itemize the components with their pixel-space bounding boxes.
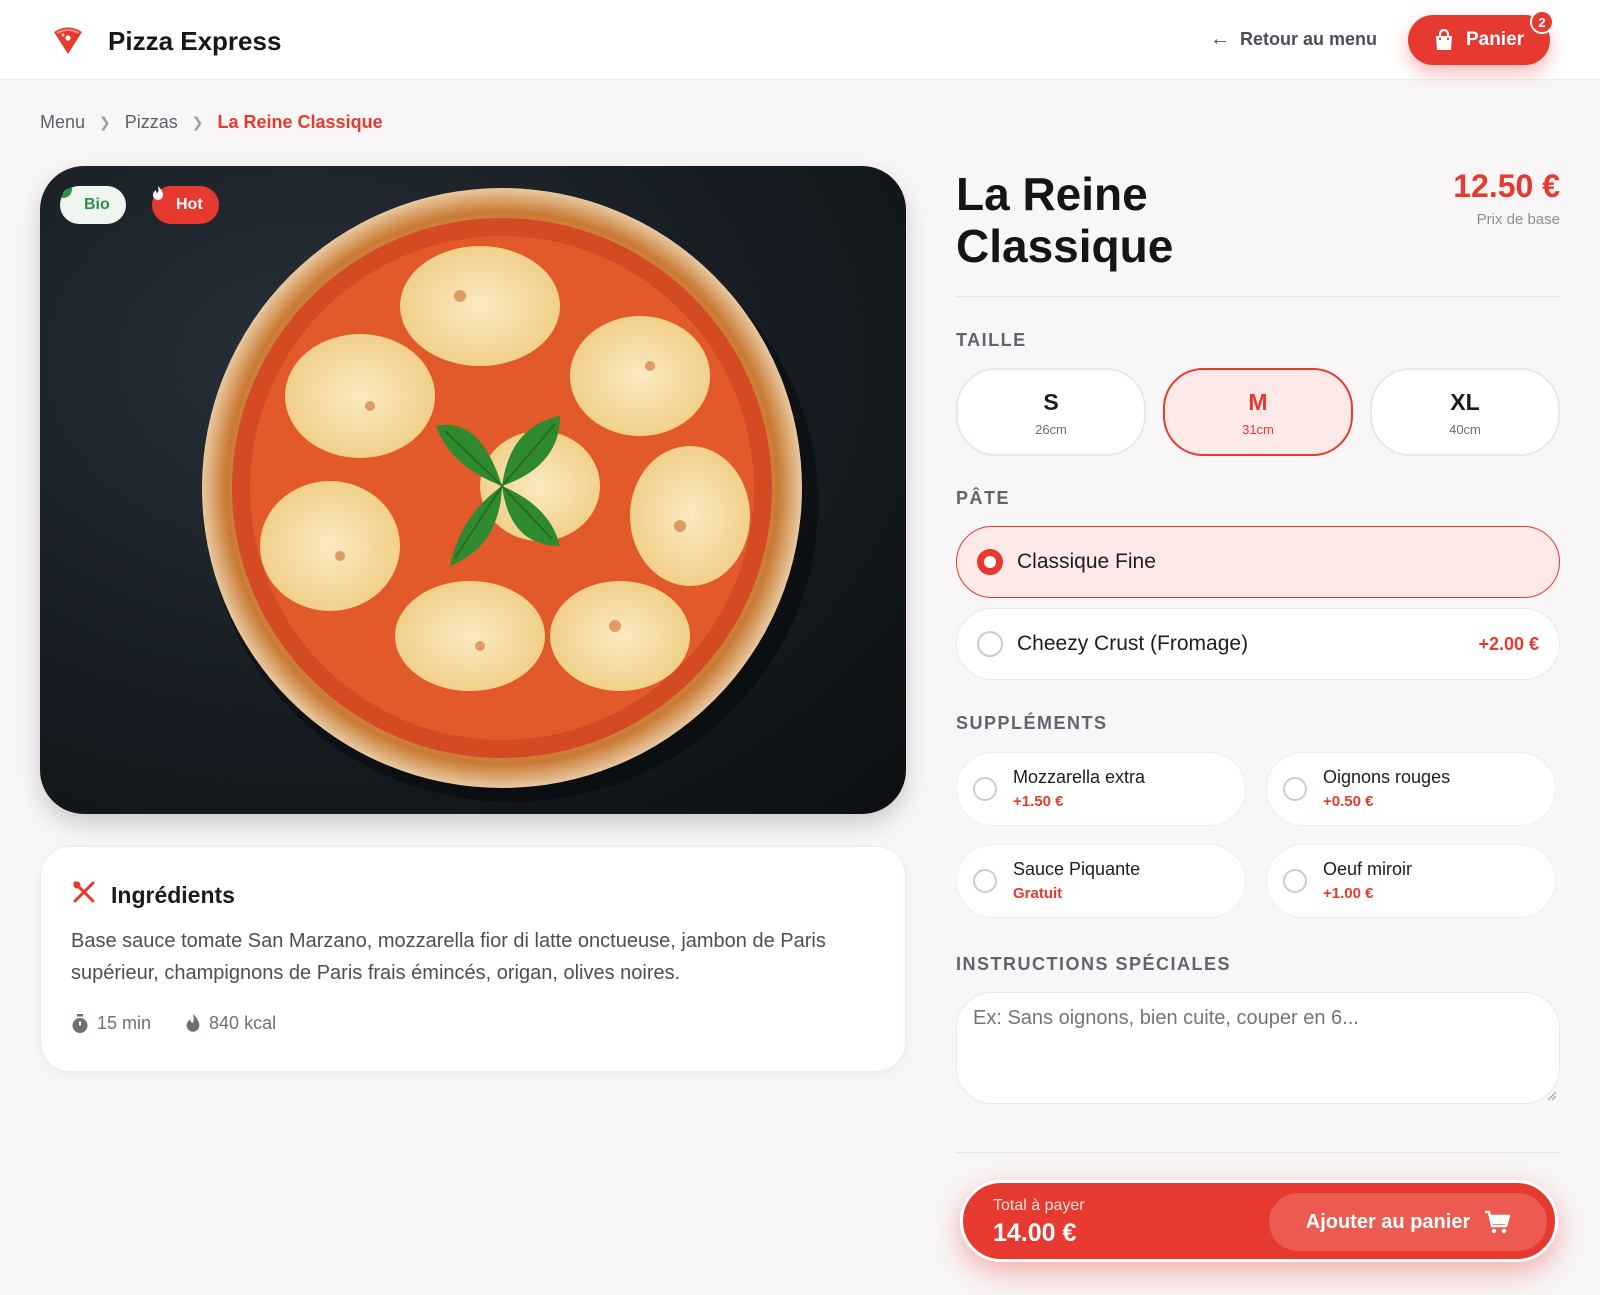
total-label: Total à payer xyxy=(993,1197,1085,1214)
product-title: La Reine Classique xyxy=(956,168,1174,272)
supplement-mozzarella[interactable]: Mozzarella extra +1.50 € xyxy=(956,752,1246,826)
back-to-menu-label: Retour au menu xyxy=(1240,29,1378,49)
supplement-price: +0.50 € xyxy=(1323,793,1374,810)
add-to-cart-label: Ajouter au panier xyxy=(1305,1210,1471,1233)
product-price: 12.50 € Prix de base xyxy=(1453,168,1560,228)
ingredients-heading: Ingrédients xyxy=(71,879,235,911)
shopping-cart-icon xyxy=(1485,1210,1511,1234)
size-option-s[interactable]: S 26cm xyxy=(956,368,1146,456)
crust-label: Classique Fine xyxy=(1017,550,1156,573)
crust-option-classique-fine[interactable]: Classique Fine xyxy=(956,526,1560,598)
chevron-right-icon: ❯ xyxy=(191,114,204,130)
size-option-xl[interactable]: XL 40cm xyxy=(1370,368,1560,456)
breadcrumb-menu[interactable]: Menu xyxy=(40,112,85,133)
radio-unselected[interactable] xyxy=(977,631,1003,657)
supplement-price: Gratuit xyxy=(1013,885,1063,902)
checkbox[interactable] xyxy=(973,777,997,801)
bio-badge: Bio xyxy=(60,186,126,224)
supplement-sauce-piquante[interactable]: Sauce Piquante Gratuit xyxy=(956,844,1246,918)
calories-value: 840 kcal xyxy=(209,1013,277,1033)
checkout-bar: Total à payer 14.00 € Ajouter au panier xyxy=(960,1180,1558,1262)
hot-badge: Hot xyxy=(152,186,219,224)
add-to-cart-button[interactable]: Ajouter au panier xyxy=(1269,1193,1547,1251)
ingredients-description: Base sauce tomate San Marzano, mozzarell… xyxy=(71,930,826,984)
supplement-oeuf[interactable]: Oeuf miroir +1.00 € xyxy=(1266,844,1556,918)
supplement-label: Oeuf miroir xyxy=(1323,859,1413,879)
calories: 840 kcal xyxy=(185,1013,276,1034)
back-to-menu-link[interactable]: ← Retour au menu xyxy=(1210,28,1377,51)
crust-section-label: PÂTE xyxy=(956,488,1011,508)
special-instructions-input[interactable] xyxy=(956,992,1560,1104)
prep-time-value: 15 min xyxy=(97,1013,152,1033)
supplement-label: Oignons rouges xyxy=(1323,767,1451,787)
pizza-illustration xyxy=(202,188,818,802)
pizza-logo-icon xyxy=(54,27,82,54)
checkbox[interactable] xyxy=(1283,777,1307,801)
size-option-m[interactable]: M 31cm xyxy=(1163,368,1353,456)
top-header: Pizza Express ← Retour au menu Panier 2 xyxy=(0,0,1600,80)
breadcrumb: Menu ❯ Pizzas ❯ La Reine Classique xyxy=(40,112,383,133)
flame-icon xyxy=(186,1014,200,1032)
size-diameter: 26cm xyxy=(1035,422,1067,437)
breadcrumb-current: La Reine Classique xyxy=(217,112,383,132)
size-label: S xyxy=(1043,389,1059,415)
timer-icon xyxy=(72,1013,88,1033)
pizza-image: Bio Hot xyxy=(40,166,906,814)
supplement-label: Sauce Piquante xyxy=(1013,859,1141,879)
price-value: 12.50 € xyxy=(1453,168,1560,204)
arrow-left-icon: ← xyxy=(1210,28,1230,50)
instructions-section-label: INSTRUCTIONS SPÉCIALES xyxy=(956,954,1232,974)
ingredients-card: Ingrédients Base sauce tomate San Marzan… xyxy=(40,846,906,1072)
ingredients-meta: 15 min 840 kcal xyxy=(71,1013,276,1034)
shopping-bag-icon xyxy=(1435,29,1452,50)
chevron-right-icon: ❯ xyxy=(99,114,111,130)
cart-label: Panier xyxy=(1465,29,1525,50)
hot-badge-label: Hot xyxy=(176,196,203,213)
supplement-oignons[interactable]: Oignons rouges +0.50 € xyxy=(1266,752,1556,826)
bio-badge-label: Bio xyxy=(84,196,110,213)
breadcrumb-pizzas[interactable]: Pizzas xyxy=(125,112,178,133)
total-value: 14.00 € xyxy=(993,1219,1077,1247)
supplement-price: +1.00 € xyxy=(1323,885,1374,902)
crust-extra-price: +2.00 € xyxy=(1478,633,1539,654)
brand-name[interactable]: Pizza Express xyxy=(108,26,281,57)
crust-label: Cheezy Crust (Fromage) xyxy=(1017,632,1249,655)
size-diameter: 31cm xyxy=(1242,422,1274,437)
checkbox[interactable] xyxy=(1283,869,1307,893)
supplement-price: +1.50 € xyxy=(1013,793,1064,810)
size-section-label: TAILLE xyxy=(956,330,1027,350)
size-diameter: 40cm xyxy=(1449,422,1481,437)
radio-selected[interactable] xyxy=(977,549,1003,575)
resize-handle-icon[interactable] xyxy=(1546,1090,1556,1100)
size-label: M xyxy=(1248,389,1268,415)
crust-option-cheezy[interactable]: Cheezy Crust (Fromage) +2.00 € xyxy=(956,608,1560,680)
size-label: XL xyxy=(1450,389,1480,415)
supplements-section-label: SUPPLÉMENTS xyxy=(956,713,1108,733)
supplement-label: Mozzarella extra xyxy=(1013,767,1146,787)
price-label: Prix de base xyxy=(1476,211,1560,228)
divider xyxy=(956,1152,1560,1153)
cart-button[interactable]: Panier xyxy=(1408,15,1550,65)
checkbox[interactable] xyxy=(973,869,997,893)
utensils-icon xyxy=(71,879,97,911)
divider xyxy=(956,296,1560,297)
cart-count-badge: 2 xyxy=(1530,10,1554,34)
prep-time: 15 min xyxy=(71,1013,151,1034)
ingredients-title: Ingrédients xyxy=(111,881,235,908)
